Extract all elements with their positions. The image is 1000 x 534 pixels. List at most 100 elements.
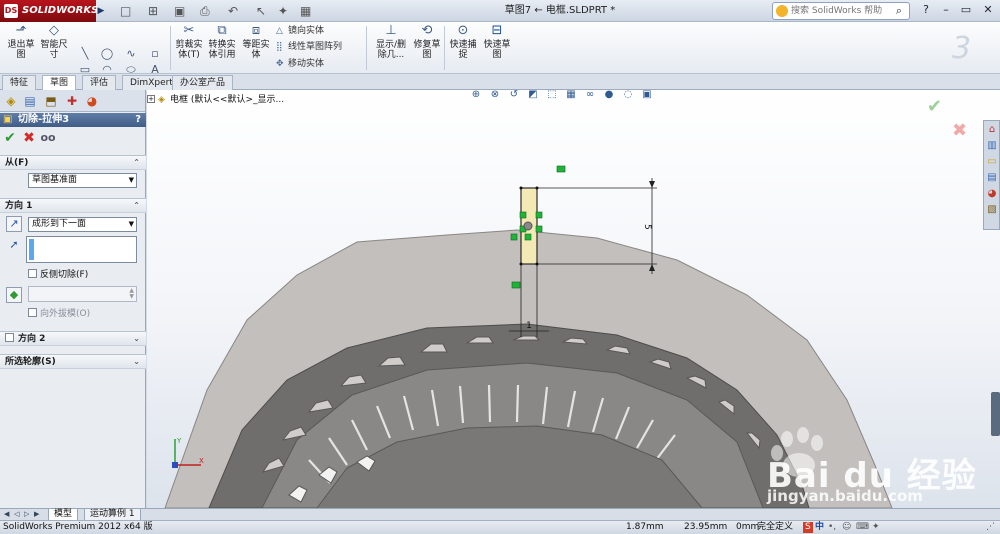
confirm-corner-ok-icon[interactable]: ✔	[927, 96, 942, 117]
previous-view-icon[interactable]: ↺	[507, 90, 521, 102]
ok-check-icon[interactable]: ✔	[2, 130, 18, 146]
ime-chinese-mode[interactable]: 中	[815, 522, 824, 533]
selected-contours-group-header[interactable]: 所选轮廓(S) ⌄	[0, 354, 146, 369]
solidworks-logo[interactable]: DS SOLIDWORKS	[0, 0, 98, 22]
view-settings-icon[interactable]: ▣	[640, 90, 654, 102]
tab-sketch[interactable]: 草图	[42, 75, 77, 90]
help-search-input[interactable]	[791, 4, 889, 18]
prev-tab-icon[interactable]: ◁	[14, 509, 19, 520]
tab-features[interactable]: 特征	[2, 75, 37, 90]
circle-icon[interactable]: ◯	[100, 48, 114, 60]
section-view-icon[interactable]: ◩	[526, 90, 540, 102]
close-button[interactable]: ✕	[980, 2, 996, 18]
preview-glasses-icon[interactable]: oo	[40, 130, 56, 146]
mirror-entities-button[interactable]: △ 镜向实体	[276, 25, 324, 37]
origin-point[interactable]	[523, 221, 533, 231]
view-orientation-icon[interactable]: ⬚	[545, 90, 559, 102]
custom-properties-icon[interactable]: ▧	[985, 203, 999, 217]
flip-side-checkbox[interactable]: 反侧切除(F)	[28, 269, 88, 281]
hide-show-items-icon[interactable]: ∞	[583, 90, 597, 102]
direction1-group-header[interactable]: 方向 1 ⌃	[0, 198, 146, 213]
zoom-to-area-icon[interactable]: ⊗	[488, 90, 502, 102]
help-search-box[interactable]: ⌕	[772, 2, 910, 20]
configuration-tab-icon[interactable]: ⬒	[43, 93, 59, 109]
dimension-height-value[interactable]: 5	[642, 224, 652, 230]
design-library-icon[interactable]: ▥	[985, 139, 999, 153]
property-manager-tab-icon[interactable]: ▤	[22, 93, 38, 109]
end-condition-select[interactable]: 成形到下一面 ▼	[28, 217, 137, 232]
open-icon[interactable]: ⊞	[148, 3, 158, 19]
resources-home-icon[interactable]: ⌂	[985, 123, 999, 137]
exit-sketch-button[interactable]: ⬏ 退出草 图	[6, 24, 36, 61]
spline-icon[interactable]: ∿	[124, 48, 138, 60]
ime-settings-icon[interactable]: ✦	[872, 522, 880, 533]
ime-keyboard-icon[interactable]: ⌨	[856, 522, 869, 533]
dimension-width-value[interactable]: 1	[526, 321, 532, 331]
select-icon[interactable]: ↖	[256, 3, 266, 19]
expand-tree-icon[interactable]: +	[147, 95, 155, 103]
restore-button[interactable]: ▭	[958, 2, 974, 18]
rebuild-icon[interactable]: ✦	[278, 3, 288, 19]
save-icon[interactable]: ▣	[174, 3, 185, 19]
scene-icon[interactable]: ◌	[621, 90, 635, 102]
draft-outward-checkbox[interactable]: 向外拔模(O)	[28, 308, 90, 320]
line-icon[interactable]: ╲	[78, 48, 92, 60]
print-icon[interactable]: ⎙	[200, 3, 210, 19]
ime-punctuation-icon[interactable]: •,	[828, 522, 836, 533]
zoom-to-fit-icon[interactable]: ⊕	[469, 90, 483, 102]
trim-entities-button[interactable]: ✂ 剪裁实 体(T)	[174, 24, 204, 61]
next-tab-icon[interactable]: ▷	[24, 509, 29, 520]
repair-sketch-button[interactable]: ⟲ 修复草 图	[412, 24, 442, 61]
offset-entities-button[interactable]: ⧈ 等距实 体	[240, 23, 272, 61]
search-magnifier-icon[interactable]: ⌕	[891, 4, 907, 18]
direction2-checkbox[interactable]	[5, 333, 14, 342]
pm-title: 切除-拉伸3	[18, 114, 70, 125]
tab-evaluate[interactable]: 评估	[82, 75, 117, 90]
dropdown-arrow-icon: ▼	[128, 176, 134, 184]
direction-vector-list[interactable]	[26, 236, 137, 263]
confirm-corner-cancel-icon[interactable]: ✖	[952, 120, 967, 141]
appearances-icon[interactable]: ◕	[985, 187, 999, 201]
draft-icon[interactable]: ◆	[6, 287, 22, 303]
ime-s-badge[interactable]: S	[803, 522, 813, 533]
linear-pattern-button[interactable]: ⣿ 线性草图阵列	[276, 41, 342, 53]
undo-icon[interactable]: ↶	[228, 3, 238, 19]
collapse-chevron-icon: ⌃	[133, 201, 140, 210]
pm-help-button[interactable]: ?	[135, 113, 141, 127]
smart-dimension-button[interactable]: ◇ 智能尺 寸	[38, 24, 70, 61]
reverse-direction-icon[interactable]: ↗	[6, 216, 22, 232]
display-manager-tab-icon[interactable]: ◕	[84, 93, 100, 109]
file-explorer-icon[interactable]: ▭	[985, 155, 999, 169]
from-select[interactable]: 草图基准面 ▼	[28, 173, 137, 188]
new-icon[interactable]: □	[120, 3, 131, 19]
move-entities-button[interactable]: ✥ 移动实体	[276, 58, 324, 70]
first-tab-icon[interactable]: ◀	[4, 509, 9, 520]
ime-emoji-icon[interactable]: ☺	[842, 522, 851, 533]
minimize-button[interactable]: –	[938, 2, 954, 18]
show-delete-relations-button[interactable]: ⊥ 显示/删 除几...	[372, 24, 410, 61]
cancel-x-icon[interactable]: ✖	[21, 130, 37, 146]
from-group-header[interactable]: 从(F) ⌃	[0, 155, 146, 170]
resize-grip-icon[interactable]: ⋰	[986, 522, 995, 533]
help-question-icon[interactable]: ?	[918, 2, 934, 18]
convert-entities-button[interactable]: ⧉ 转换实 体引用	[206, 24, 238, 61]
rapid-sketch-button[interactable]: ⊟ 快速草 图	[480, 24, 514, 61]
last-tab-icon[interactable]: ▶	[34, 509, 39, 520]
pm-actions: ✔ ✖ oo	[0, 128, 146, 148]
feature-tree-flyout[interactable]: + ◈ 电框 (默认<<默认>_显示...	[147, 94, 284, 106]
tree-part-label: 电框 (默认<<默认>_显示...	[170, 95, 285, 105]
draft-angle-field[interactable]: ▲ ▼	[28, 286, 137, 302]
tab-office-products[interactable]: 办公室产品	[172, 75, 234, 90]
view-palette-icon[interactable]: ▤	[985, 171, 999, 185]
options-icon[interactable]: ▦	[300, 3, 311, 19]
quick-snaps-button[interactable]: ⊙ 快速捕 捉	[448, 24, 478, 61]
direction2-group-header[interactable]: 方向 2 ⌄	[0, 331, 146, 346]
display-style-icon[interactable]: ▦	[564, 90, 578, 102]
dimxpert-tab-icon[interactable]: ✚	[64, 93, 80, 109]
menu-expand-icon[interactable]: ▶	[96, 0, 106, 22]
edit-appearance-icon[interactable]: ●	[602, 90, 616, 102]
point-icon[interactable]: ▫	[148, 48, 162, 60]
offset-icon: ⧈	[251, 23, 261, 38]
feature-tree-tab-icon[interactable]: ◈	[3, 93, 19, 109]
graphics-area[interactable]: 5 1 + ◈ 电框 (默认<<默认>_显示... ⊕ ⊗ ↺ ◩ ⬚ ▦ ∞ …	[147, 90, 1000, 508]
